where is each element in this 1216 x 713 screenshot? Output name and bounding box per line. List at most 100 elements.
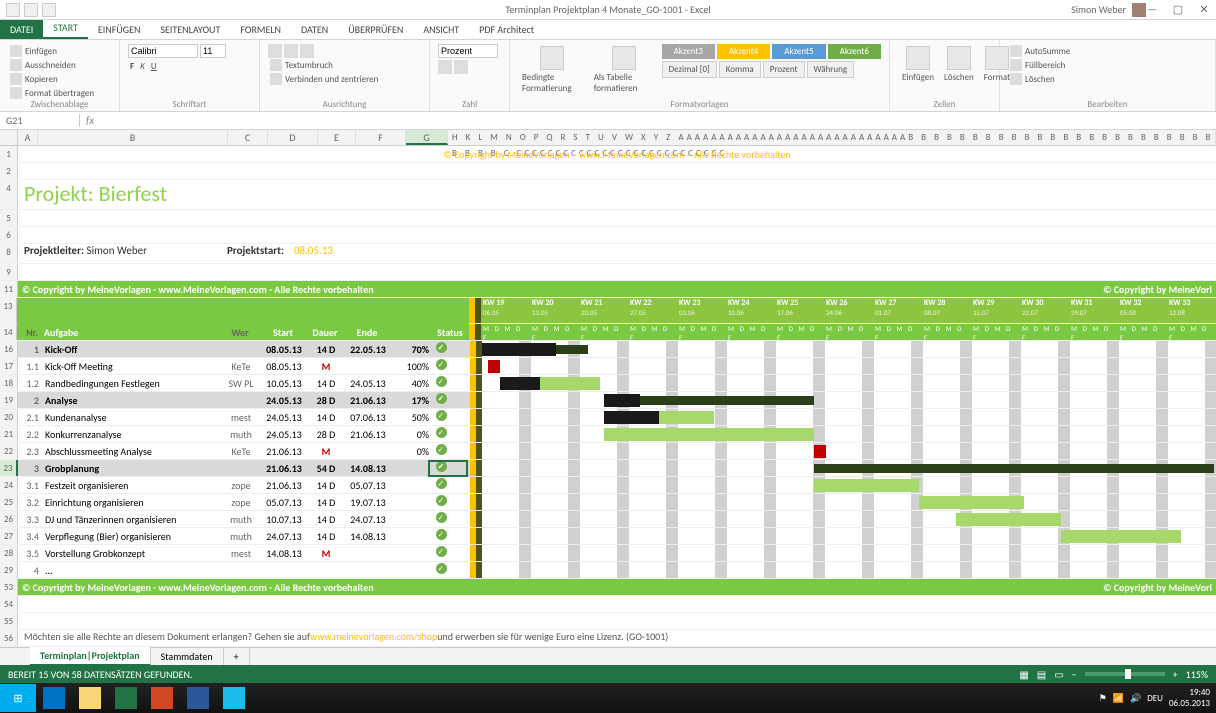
wrap-text-button[interactable]: Textumbruch [268, 58, 421, 72]
task-start[interactable]: 21.06.13 [260, 460, 308, 476]
row-header[interactable]: 20 [0, 409, 18, 425]
task-dauer[interactable]: 14 D [308, 528, 344, 544]
row-header[interactable]: 55 [0, 613, 18, 629]
task-name[interactable]: Randbedingungen Festlegen [42, 375, 222, 391]
task-nr[interactable]: 3.3 [18, 511, 42, 527]
row-header[interactable]: 22 [0, 443, 18, 459]
row-header[interactable]: 27 [0, 528, 18, 544]
column-header[interactable]: F [356, 130, 406, 145]
task-wer[interactable]: SW PL [222, 375, 260, 391]
task-start[interactable]: 08.05.13 [260, 341, 308, 357]
column-headers-right[interactable]: H K L M N O P Q R S T U V W X Y Z AAAAAA… [448, 130, 1216, 145]
task-wer[interactable] [222, 562, 260, 578]
clear-button[interactable]: Löschen [1008, 72, 1207, 86]
task-wer[interactable]: muth [222, 511, 260, 527]
column-header[interactable]: B [38, 130, 228, 145]
style-dezimal[interactable]: Dezimal [0] [662, 61, 717, 78]
task-bar[interactable] [814, 479, 919, 492]
underline-button[interactable]: U [149, 60, 159, 73]
task-start[interactable]: 10.07.13 [260, 511, 308, 527]
task-dauer[interactable]: 14 D [308, 477, 344, 493]
task-progress[interactable] [392, 460, 432, 476]
row-header[interactable]: 4 [0, 180, 18, 209]
select-all-button[interactable] [0, 130, 18, 145]
percent-icon[interactable] [438, 60, 452, 74]
task-name[interactable]: ... [42, 562, 222, 578]
task-progress[interactable]: 17% [392, 392, 432, 408]
task-progress[interactable] [392, 545, 432, 561]
task-start[interactable]: 24.07.13 [260, 528, 308, 544]
task-wer[interactable] [222, 460, 260, 476]
task-ende[interactable]: 19.07.13 [344, 494, 392, 510]
task-name[interactable]: DJ und Tänzerinnen organisieren [42, 511, 222, 527]
tab-seitenlayout[interactable]: SEITENLAYOUT [150, 20, 230, 39]
task-bar[interactable] [604, 428, 814, 441]
fill-button[interactable]: Füllbereich [1008, 58, 1207, 72]
row-header[interactable]: 11 [0, 281, 18, 297]
task-dauer[interactable]: M [308, 545, 344, 561]
task-ende[interactable]: 14.08.13 [344, 460, 392, 476]
task-status[interactable] [432, 477, 450, 493]
row-header[interactable]: 18 [0, 375, 18, 391]
task-name[interactable]: Vorstellung Grobkonzept [42, 545, 222, 561]
task-status[interactable] [432, 358, 450, 374]
taskbar-powerpoint[interactable] [144, 684, 180, 712]
task-nr[interactable]: 3.5 [18, 545, 42, 561]
task-progress[interactable]: 0% [392, 443, 432, 459]
align-right-icon[interactable] [300, 44, 314, 58]
task-start[interactable]: 21.06.13 [260, 477, 308, 493]
task-status[interactable] [432, 443, 450, 459]
conditional-formatting-button[interactable]: Bedingte Formatierung [518, 44, 586, 96]
paste-button[interactable]: Einfügen [8, 44, 111, 58]
row-header[interactable]: 21 [0, 426, 18, 442]
column-header[interactable]: E [318, 130, 356, 145]
column-header[interactable]: C [228, 130, 268, 145]
number-format-select[interactable] [438, 44, 498, 58]
task-dauer[interactable]: 54 D [308, 460, 344, 476]
task-wer[interactable]: KeTe [222, 443, 260, 459]
task-name[interactable]: Grobplanung [42, 460, 222, 476]
task-dauer[interactable]: 28 D [308, 392, 344, 408]
row-header[interactable]: 23 [0, 460, 18, 476]
sheet-tab-active[interactable]: Terminplan|Projektplan [30, 647, 151, 666]
font-name-select[interactable] [128, 44, 198, 58]
insert-cells-button[interactable]: Einfügen [898, 44, 938, 85]
task-nr[interactable]: 3 [18, 460, 42, 476]
row-header[interactable]: 28 [0, 545, 18, 561]
task-ende[interactable]: 07.06.13 [344, 409, 392, 425]
format-painter-button[interactable]: Format übertragen [8, 86, 111, 100]
task-wer[interactable]: muth [222, 426, 260, 442]
zoom-level[interactable]: 115% [1186, 668, 1208, 681]
row-header[interactable]: 8 [0, 244, 18, 263]
tray-flag-icon[interactable]: ⚑ [1099, 693, 1107, 704]
task-name[interactable]: Kick-Off Meeting [42, 358, 222, 374]
task-wer[interactable]: KeTe [222, 358, 260, 374]
milestone-marker[interactable] [814, 445, 826, 458]
task-ende[interactable]: 24.07.13 [344, 511, 392, 527]
tab-einfuegen[interactable]: EINFÜGEN [88, 20, 151, 39]
row-header[interactable]: 6 [0, 227, 18, 243]
fx-icon[interactable]: fx [80, 114, 100, 127]
sheet-tab-stammdaten[interactable]: Stammdaten [151, 648, 224, 665]
task-bar[interactable] [956, 513, 1061, 526]
task-progress[interactable]: 100% [392, 358, 432, 374]
row-header[interactable]: 5 [0, 210, 18, 226]
task-name[interactable]: Abschlussmeeting Analyse [42, 443, 222, 459]
tab-pdfarchitect[interactable]: PDF Architect [469, 20, 544, 39]
task-status[interactable] [432, 341, 450, 357]
style-waehrung[interactable]: Währung [807, 61, 855, 78]
style-akzent6[interactable]: Akzent6 [828, 44, 881, 59]
task-ende[interactable]: 14.08.13 [344, 528, 392, 544]
row-header[interactable]: 29 [0, 562, 18, 578]
zoom-out-button[interactable]: − [1072, 668, 1077, 681]
task-dauer[interactable]: 28 D [308, 426, 344, 442]
tray-lang[interactable]: DEU [1147, 693, 1163, 704]
tray-date[interactable]: 06.05.2013 [1169, 698, 1210, 709]
bold-button[interactable]: F [128, 60, 136, 73]
row-header[interactable]: 19 [0, 392, 18, 408]
task-bar[interactable] [1061, 530, 1181, 543]
task-ende[interactable]: 22.05.13 [344, 341, 392, 357]
maximize-button[interactable]: ▢ [1166, 2, 1190, 18]
row-header[interactable]: 9 [0, 264, 18, 280]
username[interactable]: Simon Weber [1071, 3, 1126, 16]
